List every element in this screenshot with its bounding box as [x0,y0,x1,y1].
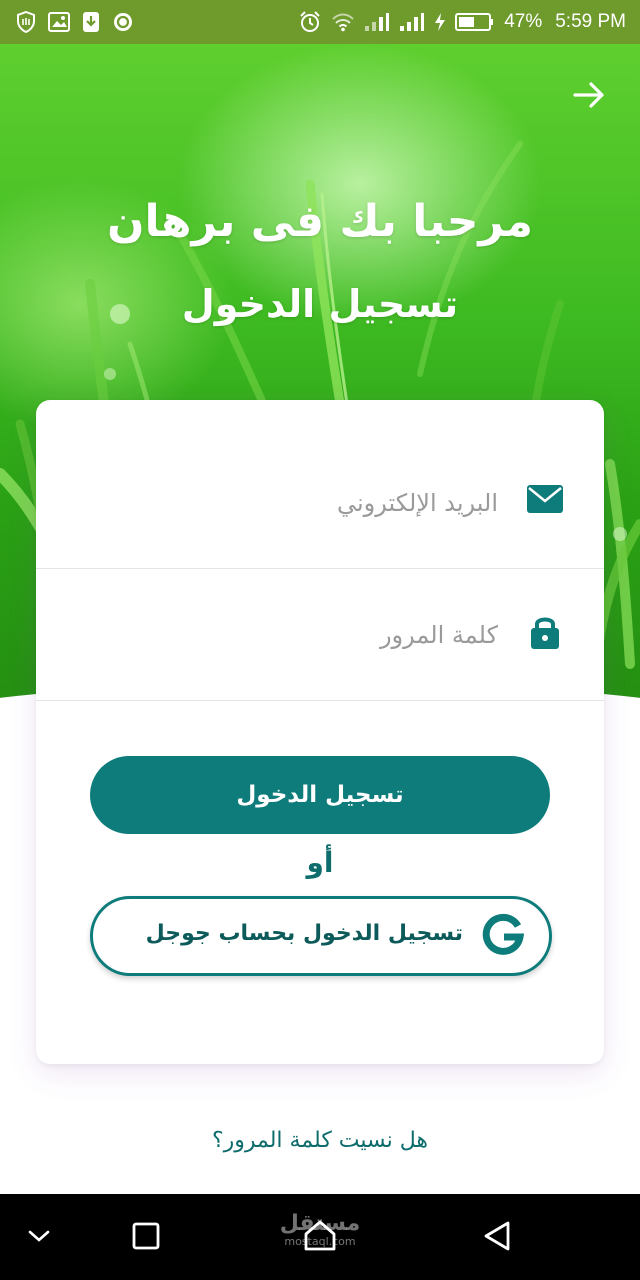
or-divider-text: أو [306,846,334,879]
google-login-label: تسجيل الدخول بحساب جوجل [145,921,463,946]
shield-icon [16,11,36,33]
triangle-back-icon [484,1221,510,1251]
navigation-bar: مستقل mostaql.com [0,1194,640,1280]
wifi-icon [331,12,355,32]
notification-icons [16,0,134,44]
google-login-button[interactable]: تسجيل الدخول بحساب جوجل [90,896,552,976]
sync-icon [112,11,134,33]
email-field-row [36,436,604,569]
welcome-title: مرحبا بك فى برهان [106,196,534,247]
system-icons: 47% 5:59 PM [298,0,626,44]
download-icon [82,11,100,33]
nav-collapse-button[interactable] [26,1226,52,1250]
signal-icon [364,12,390,32]
password-field-row [36,568,604,701]
status-bar: 47% 5:59 PM [0,0,640,44]
back-arrow-button[interactable] [572,78,606,112]
google-icon [481,913,525,961]
battery-icon [455,12,495,32]
nav-recents-button[interactable] [132,1222,160,1254]
alarm-icon [298,10,322,34]
charging-icon [434,12,446,32]
nav-home-button[interactable] [302,1218,338,1256]
chevron-down-icon [28,1230,50,1242]
home-icon [304,1220,336,1251]
forgot-password-link[interactable]: هل نسيت كلمة المرور؟ [0,1128,640,1153]
image-icon [48,12,70,32]
clock-time: 5:59 PM [555,11,626,32]
nav-back-button[interactable] [482,1220,514,1256]
arrow-right-icon [573,82,604,108]
password-input[interactable] [136,610,500,660]
login-subtitle: تسجيل الدخول [181,282,459,326]
login-card: تسجيل الدخول أو تسجيل الدخول بحساب جوجل [36,400,604,1064]
signal-icon-2 [399,12,425,32]
email-input[interactable] [136,478,500,528]
lock-icon [530,614,560,654]
square-icon [132,1222,160,1250]
battery-percent: 47% [504,11,543,32]
login-button[interactable]: تسجيل الدخول [90,756,550,834]
envelope-icon [526,484,564,518]
